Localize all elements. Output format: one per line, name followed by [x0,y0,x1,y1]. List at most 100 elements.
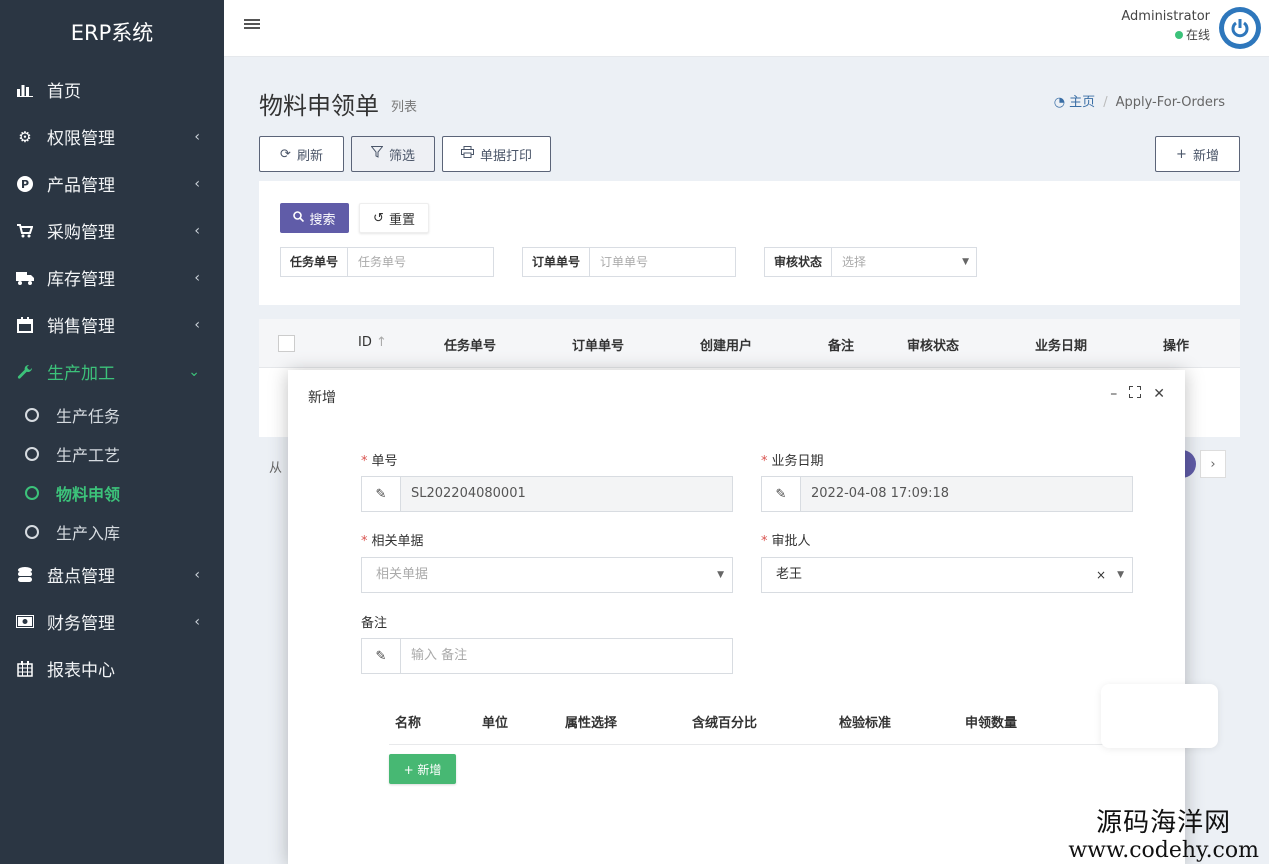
sidebar-subitem-label: 生产任务 [56,406,121,426]
sidebar-item-label: 盘点管理 [47,567,115,587]
column-header: 备注 [828,339,855,354]
sidebar-subitem-material-request[interactable]: 物料申领 [0,473,224,512]
column-header: 检验标准 [839,716,892,731]
close-icon[interactable]: ✕ [1153,386,1165,402]
calendar-grid-icon [15,659,35,679]
column-header: 业务日期 [1035,339,1088,354]
number-label-text: 单号 [371,454,398,469]
user-status-text: 在线 [1185,28,1210,42]
sidebar-item-reports[interactable]: 报表中心 [0,645,224,692]
order-number-filter: 订单单号 订单单号 [522,247,736,277]
column-label: ID [358,335,372,350]
column-header: 创建用户 [700,339,753,354]
audit-status-filter: 审核状态 选择 ▼ [764,247,977,277]
approver-value-text: 老王 [776,567,803,582]
user-info[interactable]: Administrator 在线 [1121,8,1210,44]
add-dialog: 新增 – ✕ * 单号 ✎ SL202204080001 * 业务日期 ✎ 2022… [288,370,1185,864]
circle-icon [25,446,39,461]
print-button[interactable]: 单据打印 [442,136,551,172]
dialog-title: 新增 [308,390,336,406]
related-doc-select[interactable]: 相关单据 ▼ [361,557,733,593]
filter-icon [370,146,384,162]
undo-icon: ↺ [373,210,384,226]
money-icon [15,612,35,632]
task-number-input[interactable]: 任务单号 [348,248,493,276]
sidebar-item-production[interactable]: 生产加工 ⌄ [0,348,224,395]
sidebar-subitem-production-storage[interactable]: 生产入库 [0,512,224,551]
reset-button[interactable]: ↺ 重置 [359,203,429,233]
sidebar-subitem-label: 物料申领 [56,484,121,504]
circle-icon [25,485,39,500]
remark-input[interactable]: 输入 备注 [401,639,732,673]
gear-icon: ⚙ [18,127,32,146]
cart-icon [15,221,35,241]
circle-icon [25,524,39,539]
column-header: 单位 [482,716,509,731]
floating-panel [1101,684,1218,748]
breadcrumb-home-label: 主页 [1069,95,1096,110]
sidebar-item-label: 财务管理 [47,614,115,634]
avatar[interactable] [1219,7,1261,49]
sidebar-item-label: 销售管理 [47,317,115,337]
maximize-icon[interactable] [1129,386,1142,402]
chevron-down-icon: ⌄ [188,363,200,380]
sidebar-subitem-label: 生产工艺 [56,445,121,465]
business-date-field: ✎ 2022-04-08 17:09:18 [761,476,1133,512]
chevron-left-icon: ‹ [194,128,200,145]
watermark-line-1: 源码海洋网 [1096,808,1232,838]
sidebar-item-stocktaking[interactable]: 盘点管理 ‹ [0,551,224,598]
sidebar-item-inventory[interactable]: 库存管理 ‹ [0,254,224,301]
sidebar-subitem-production-process[interactable]: 生产工艺 [0,434,224,473]
user-status: 在线 [1121,26,1210,44]
caret-down-icon: ▼ [717,570,724,580]
truck-icon [15,268,35,288]
add-button[interactable]: + 新增 [1155,136,1240,172]
search-label: 搜索 [309,212,336,228]
filter-label: 任务单号 [281,248,349,276]
sidebar-item-label: 报表中心 [47,661,115,681]
column-header: 名称 [395,716,422,731]
breadcrumb-separator: / [1103,95,1108,110]
svg-text:P: P [21,178,29,191]
sidebar-item-finance[interactable]: 财务管理 ‹ [0,598,224,645]
business-date-input[interactable]: 2022-04-08 17:09:18 [801,477,1132,511]
breadcrumb-home[interactable]: ◔ 主页 [1054,95,1096,110]
sidebar-item-sales[interactable]: 销售管理 ‹ [0,301,224,348]
column-header: 操作 [1163,339,1190,354]
sidebar-item-label: 首页 [47,82,81,102]
order-number-input[interactable]: 订单单号 [590,248,735,276]
related-doc-placeholder: 相关单据 ▼ [362,558,732,592]
minimize-icon[interactable]: – [1110,386,1117,402]
sort-arrow-icon: ↑ [376,335,387,350]
reset-label: 重置 [388,212,415,228]
audit-status-select[interactable]: 选择 ▼ [832,248,976,276]
column-header: 审核状态 [907,339,960,354]
select-all-checkbox[interactable] [278,335,295,352]
approver-select[interactable]: 老王 × ▼ [761,557,1133,593]
sidebar: ERP系统 首页 ⚙ 权限管理 ‹ P 产品管理 ‹ 采购管理 ‹ 库存管理 ‹… [0,0,224,864]
audit-status-placeholder: 选择 [842,255,867,269]
chevron-left-icon: ‹ [194,566,200,583]
business-date-label: * 业务日期 [761,454,824,469]
search-panel: 搜索 ↺ 重置 任务单号 任务单号 订单单号 订单单号 审核状态 选择 ▼ [259,181,1240,305]
hamburger-menu-icon[interactable] [244,15,260,36]
sidebar-subitem-production-task[interactable]: 生产任务 [0,395,224,434]
sidebar-item-home[interactable]: 首页 [0,66,224,113]
column-header-id[interactable]: ID ↑ [358,335,387,350]
add-row-button[interactable]: + 新增 [389,754,456,784]
sidebar-item-purchasing[interactable]: 采购管理 ‹ [0,207,224,254]
pagination-next-button[interactable]: › [1200,450,1226,478]
filter-button[interactable]: 筛选 [351,136,435,172]
approver-label-text: 审批人 [771,534,811,549]
detail-table-header: 名称 单位 属性选择 含绒百分比 检验标准 申领数量 [389,701,1129,745]
number-input[interactable]: SL202204080001 [401,477,732,511]
search-button[interactable]: 搜索 [280,203,349,233]
related-doc-label: * 相关单据 [361,534,424,549]
sidebar-item-products[interactable]: P 产品管理 ‹ [0,160,224,207]
number-label: * 单号 [361,454,398,469]
sidebar-item-permissions[interactable]: ⚙ 权限管理 ‹ [0,113,224,160]
clear-icon[interactable]: × [1096,558,1106,592]
refresh-button[interactable]: ⟳ 刷新 [259,136,344,172]
search-icon [293,210,305,226]
refresh-icon: ⟳ [280,146,291,162]
